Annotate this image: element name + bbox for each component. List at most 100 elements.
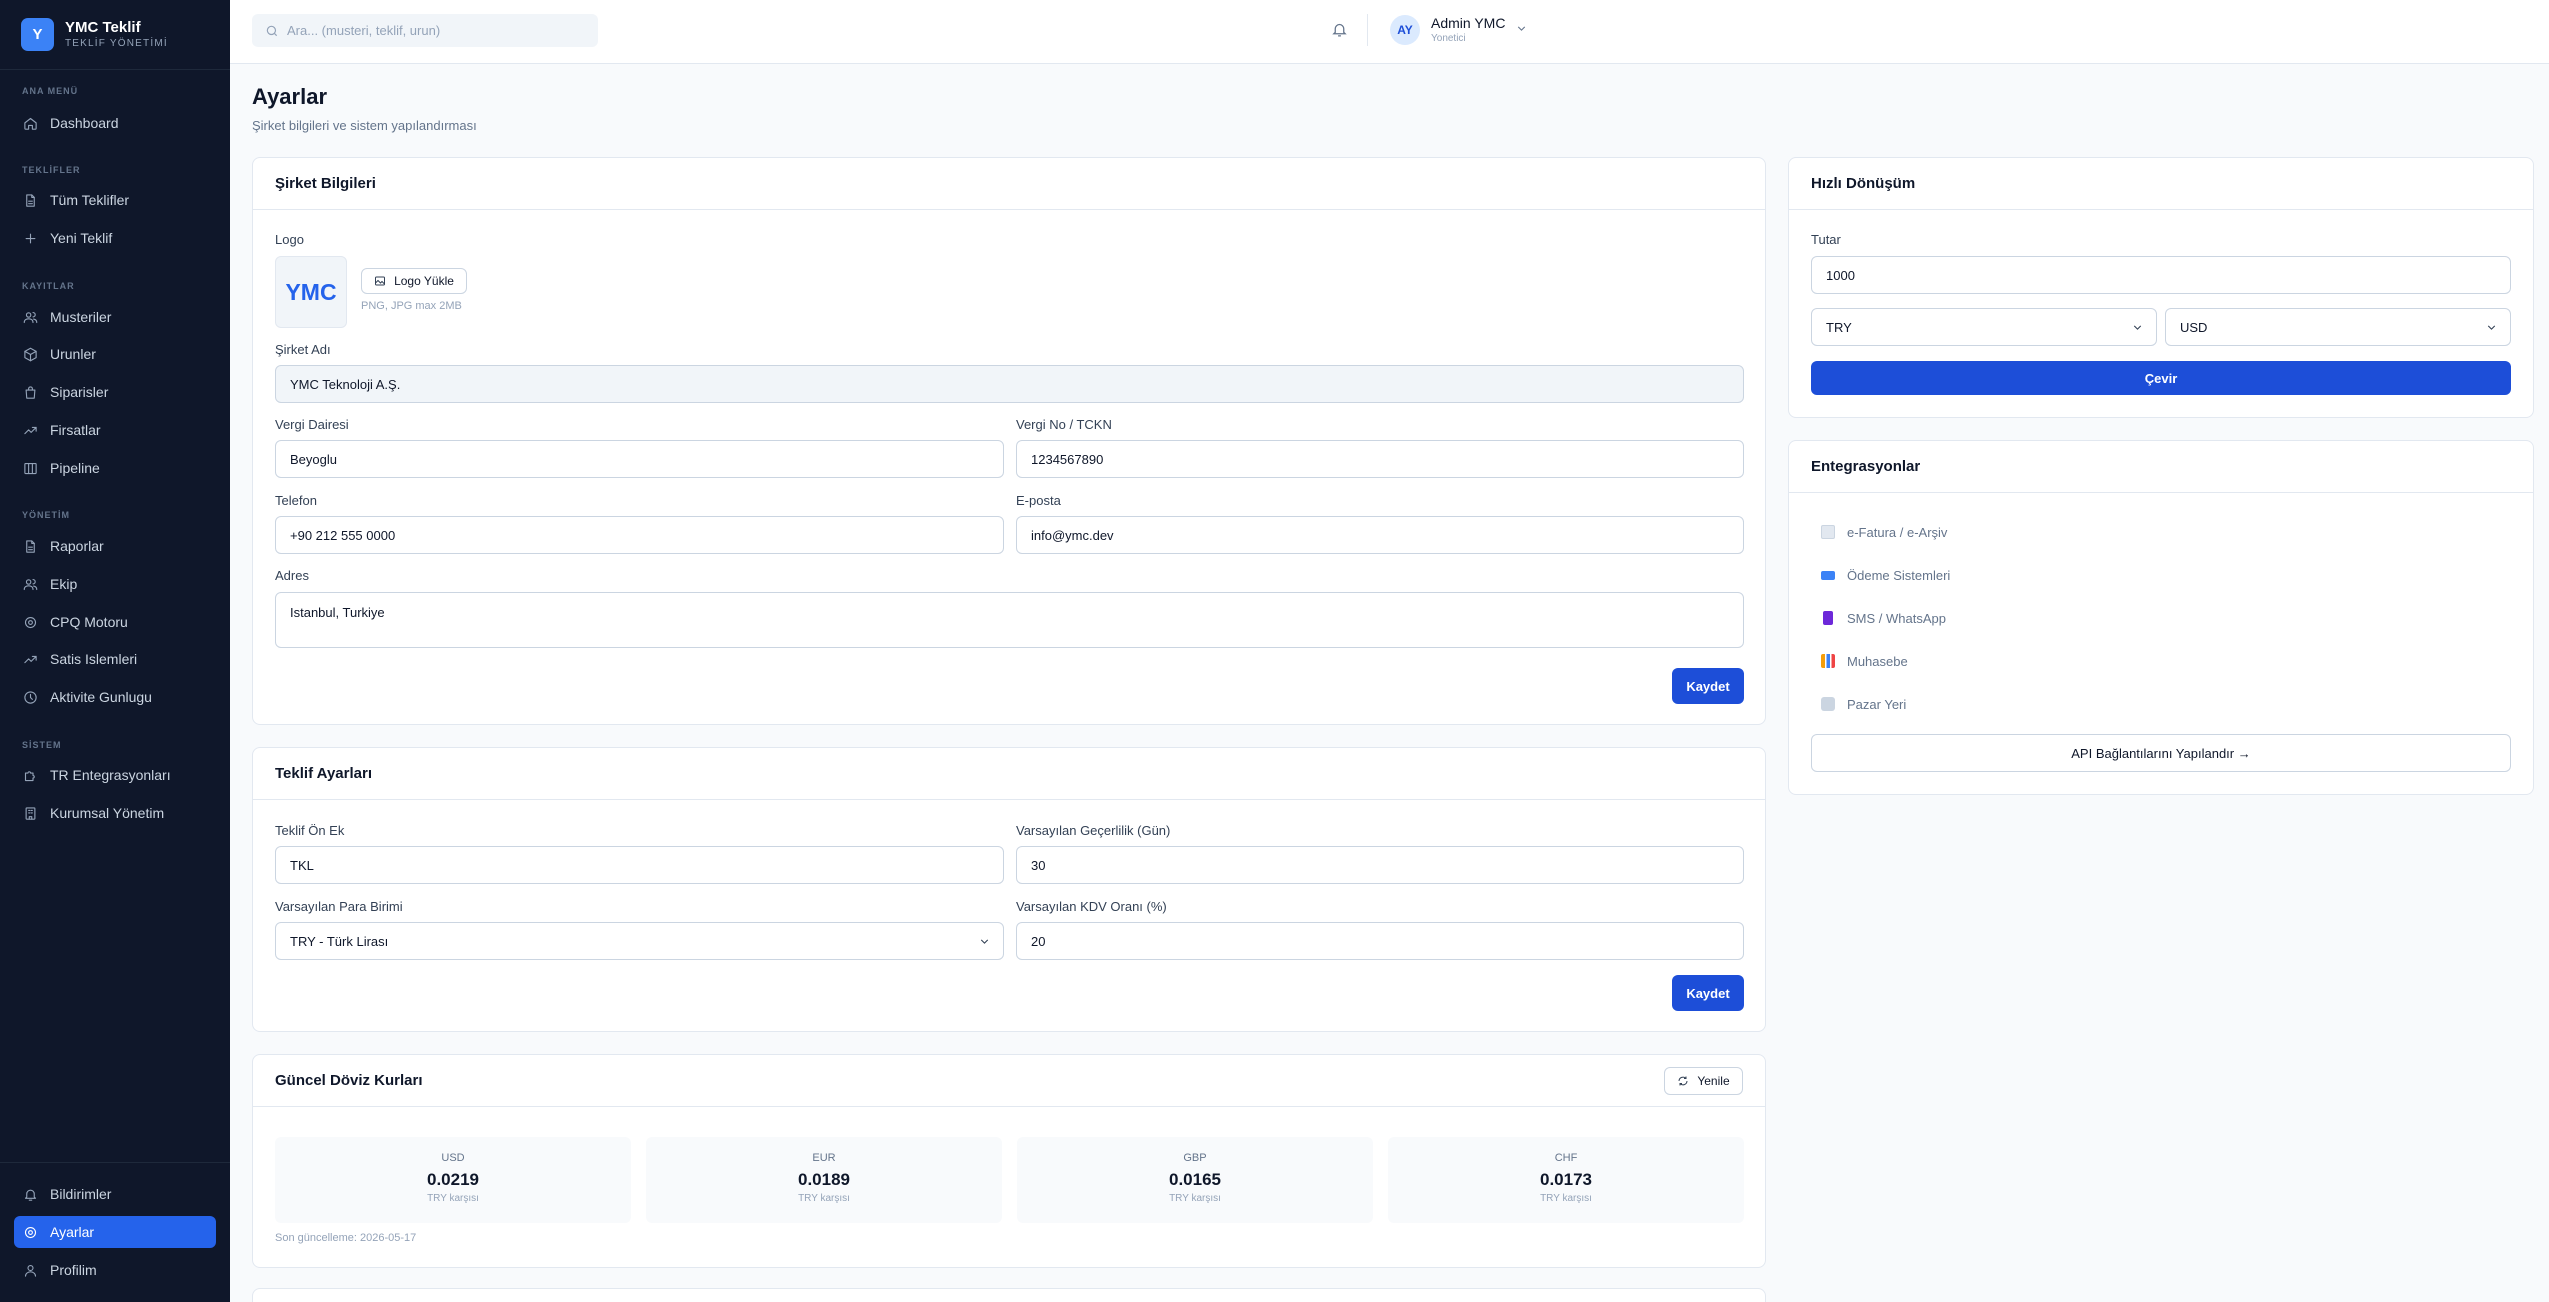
sidebar-item-urunler[interactable]: Urunler xyxy=(14,338,216,370)
sidebar-item-cpq-motoru[interactable]: CPQ Motoru xyxy=(14,606,216,638)
sidebar-item-bildirimler[interactable]: Bildirimler xyxy=(14,1178,216,1210)
sidebar-item-label: Ayarlar xyxy=(50,1224,95,1240)
shopping-bag-icon xyxy=(22,384,38,400)
prefix-label: Teklif Ön Ek xyxy=(275,823,345,838)
sidebar-item-aktivite-gunlugu[interactable]: Aktivite Gunlugu xyxy=(14,681,216,713)
rate-code: GBP xyxy=(1183,1152,1207,1164)
upload-hint: PNG, JPG max 2MB xyxy=(361,300,462,312)
company-logo: YMC xyxy=(275,256,347,328)
document-icon xyxy=(22,538,38,554)
validity-field[interactable]: 30 xyxy=(1016,846,1744,884)
prefix-field[interactable]: TKL xyxy=(275,846,1004,884)
sidebar-item-kurumsal-yonetim[interactable]: Kurumsal Yönetim xyxy=(14,797,216,829)
amount-field[interactable]: 1000 xyxy=(1811,256,2511,294)
integration-label: e-Fatura / e-Arşiv xyxy=(1847,524,1948,540)
brand-logo: Y xyxy=(21,18,54,51)
integration-label: Pazar Yeri xyxy=(1847,696,1907,712)
trending-up-icon xyxy=(22,422,38,438)
save-quote-settings-button[interactable]: Kaydet xyxy=(1672,975,1744,1011)
card-title: Şirket Bilgileri xyxy=(275,175,376,192)
vat-field[interactable]: 20 xyxy=(1016,922,1744,960)
save-company-button[interactable]: Kaydet xyxy=(1672,668,1744,704)
section-sistem: SİSTEM xyxy=(22,740,62,750)
user-icon xyxy=(22,1262,38,1278)
sidebar-item-siparisler[interactable]: Siparisler xyxy=(14,376,216,408)
integration-muhasebe[interactable]: Muhasebe xyxy=(1811,651,1908,671)
currency-label: Varsayılan Para Birimi xyxy=(275,899,403,914)
search-placeholder: Ara... (musteri, teklif, urun) xyxy=(287,23,441,38)
integration-label: Ödeme Sistemleri xyxy=(1847,567,1951,583)
sidebar-item-label: Dashboard xyxy=(50,115,119,131)
rate-value: 0.0219 xyxy=(427,1170,479,1189)
section-teklifler: TEKLİFLER xyxy=(22,165,81,175)
card-title: Entegrasyonlar xyxy=(1811,458,1921,475)
tax-no-field[interactable]: 1234567890 xyxy=(1016,440,1744,478)
logo-upload-label: Logo Yükle xyxy=(394,274,454,288)
vat-label: Varsayılan KDV Oranı (%) xyxy=(1016,899,1167,914)
sidebar-item-yeni-teklif[interactable]: Yeni Teklif xyxy=(14,222,216,254)
sidebar-item-satis-islemleri[interactable]: Satis Islemleri xyxy=(14,643,216,675)
bar-chart-icon xyxy=(1821,654,1835,668)
address-label: Adres xyxy=(275,568,309,583)
sidebar-item-label: Yeni Teklif xyxy=(50,230,113,246)
last-updated: Son güncelleme: 2026-05-17 xyxy=(275,1232,417,1244)
company-name-field[interactable]: YMC Teknoloji A.Ş. xyxy=(275,365,1744,403)
page-icon xyxy=(1821,525,1835,539)
refresh-button[interactable]: Yenile xyxy=(1664,1066,1743,1095)
user-role: Yonetici xyxy=(1431,33,1466,44)
sidebar-item-label: Tüm Teklifler xyxy=(50,192,130,208)
user-name[interactable]: Admin YMC xyxy=(1431,15,1505,31)
phone-icon xyxy=(1823,611,1833,625)
phone-field[interactable]: +90 212 555 0000 xyxy=(275,516,1004,554)
chevron-down-icon[interactable] xyxy=(1515,22,1529,36)
integration-odeme[interactable]: Ödeme Sistemleri xyxy=(1811,565,1950,585)
integration-pazar-yeri[interactable]: Pazar Yeri xyxy=(1811,694,1906,714)
rate-code: USD xyxy=(441,1152,465,1164)
to-currency-select[interactable]: USD xyxy=(2165,308,2511,346)
sidebar-item-label: CPQ Motoru xyxy=(50,614,128,630)
convert-button[interactable]: Çevir xyxy=(1811,361,2511,395)
card-title: Güncel Döviz Kurları xyxy=(275,1072,423,1089)
tax-no-label: Vergi No / TCKN xyxy=(1016,417,1112,432)
currency-select[interactable]: TRY - Türk Lirası xyxy=(275,922,1004,960)
integration-sms[interactable]: SMS / WhatsApp xyxy=(1811,608,1946,628)
sidebar-item-raporlar[interactable]: Raporlar xyxy=(14,530,216,562)
from-currency-value: TRY xyxy=(1826,319,1852,335)
sidebar-item-profilim[interactable]: Profilim xyxy=(14,1254,216,1286)
rate-caption: TRY karşısı xyxy=(1540,1193,1592,1204)
topbar: Ara... (musteri, teklif, urun) AY Admin … xyxy=(230,0,2549,64)
notification-bell-icon[interactable] xyxy=(1331,21,1349,39)
sidebar-item-label: Satis Islemleri xyxy=(50,651,138,667)
sidebar-item-dashboard[interactable]: Dashboard xyxy=(14,107,216,139)
section-yonetim: YÖNETİM xyxy=(22,510,71,520)
rate-caption: TRY karşısı xyxy=(1169,1193,1221,1204)
sidebar-item-label: Urunler xyxy=(50,346,96,362)
email-field[interactable]: info@ymc.dev xyxy=(1016,516,1744,554)
trending-up-icon xyxy=(22,651,38,667)
sidebar-item-pipeline[interactable]: Pipeline xyxy=(14,452,216,484)
sidebar-item-musteriler[interactable]: Musteriler xyxy=(14,301,216,333)
from-currency-select[interactable]: TRY xyxy=(1811,308,2157,346)
credit-card-icon xyxy=(1821,570,1835,580)
section-ana-menu: ANA MENÜ xyxy=(22,86,79,96)
logo-upload-button[interactable]: Logo Yükle xyxy=(361,268,467,294)
rate-value: 0.0189 xyxy=(798,1170,850,1189)
sidebar-item-tum-teklifler[interactable]: Tüm Teklifler xyxy=(14,184,216,216)
sidebar-item-firsatlar[interactable]: Firsatlar xyxy=(14,414,216,446)
avatar[interactable]: AY xyxy=(1390,15,1420,45)
tax-office-label: Vergi Dairesi xyxy=(275,417,349,432)
sidebar-item-label: TR Entegrasyonları xyxy=(50,767,171,783)
brand[interactable]: Y YMC Teklif TEKLİF YÖNETİMİ xyxy=(0,0,230,70)
sidebar-item-ayarlar[interactable]: Ayarlar xyxy=(14,1216,216,1248)
configure-api-button[interactable]: API Bağlantılarını Yapılandır → xyxy=(1811,734,2511,772)
sidebar-item-tr-entegrasyonlari[interactable]: TR Entegrasyonları xyxy=(14,759,216,791)
sidebar-divider xyxy=(0,1162,230,1163)
rate-caption: TRY karşısı xyxy=(427,1193,479,1204)
tax-office-field[interactable]: Beyoglu xyxy=(275,440,1004,478)
quick-converter-card: Hızlı Dönüşüm Tutar 1000 TRY USD Çevir xyxy=(1788,157,2534,418)
sidebar-item-ekip[interactable]: Ekip xyxy=(14,568,216,600)
integration-e-fatura[interactable]: e-Fatura / e-Arşiv xyxy=(1811,522,1947,542)
section-kayitlar: KAYITLAR xyxy=(22,281,75,291)
address-textarea[interactable]: Istanbul, Turkiye xyxy=(275,592,1744,648)
search-input[interactable]: Ara... (musteri, teklif, urun) xyxy=(252,14,598,47)
